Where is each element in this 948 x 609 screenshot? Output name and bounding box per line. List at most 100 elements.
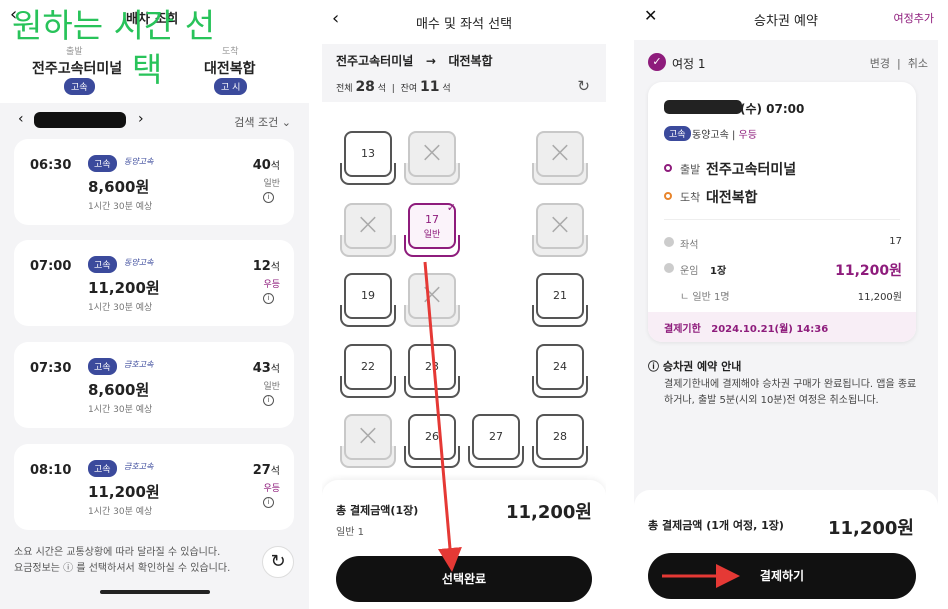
seat-label: 좌석 bbox=[680, 240, 699, 251]
bus-type-badge: 고속 bbox=[88, 155, 117, 172]
bus-type-badge: 고속 bbox=[664, 126, 691, 141]
company-logo: 동양고속 bbox=[124, 157, 154, 166]
select-complete-button[interactable]: 선택완료 bbox=[336, 556, 592, 602]
route-text: 전주고속터미널 → 대전복합 bbox=[336, 54, 493, 68]
fare-price: 11,200원 bbox=[88, 279, 160, 297]
cancel-button[interactable]: 취소 bbox=[908, 57, 928, 70]
check-icon: ✓ bbox=[446, 201, 456, 214]
redacted-date bbox=[34, 112, 126, 128]
info-icon[interactable]: i bbox=[263, 293, 274, 304]
depart-label: 출발 bbox=[680, 163, 701, 176]
check-circle-icon[interactable]: ✓ bbox=[648, 53, 666, 71]
info-icon[interactable]: i bbox=[263, 192, 274, 203]
seat-selection-panel: ‹ 매수 및 좌석 선택 전주고속터미널 → 대전복합 전체 28 석 | 잔여… bbox=[322, 0, 606, 609]
departure-time: 07:30 bbox=[30, 361, 72, 376]
page-title: 승차권 예약 bbox=[754, 14, 818, 29]
seat-class: 우등 bbox=[263, 280, 280, 290]
depart-city: 전주고속터미널 bbox=[706, 162, 797, 178]
total-payment-amount: 11,200원 bbox=[827, 518, 914, 539]
fare-notice: 요금정보는 ⓘ 를 선택하셔서 확인하실 수 있습니다. bbox=[14, 563, 231, 574]
fare-amount: 11,200원 bbox=[835, 263, 902, 279]
remaining-seats: 27석 bbox=[252, 463, 280, 478]
trip-actions: 변경 | 취소 bbox=[869, 57, 928, 70]
notice-title: ⓘ 승차권 예약 안내 bbox=[648, 360, 742, 373]
seat-unavailable: × bbox=[340, 203, 396, 263]
departure-time: 08:10 bbox=[30, 463, 72, 478]
prev-date-icon[interactable]: ‹ bbox=[18, 111, 24, 127]
remaining-seats: 12석 bbox=[252, 259, 280, 274]
annotation-line-2: 택 bbox=[132, 50, 163, 89]
bus-card[interactable]: 06:30 고속 동양고속 8,600원 1시간 30분 예상 40석 일반 i bbox=[14, 139, 294, 225]
total-payment-label: 총 결제금액(1장) bbox=[336, 504, 419, 517]
arrive-label: 도착 bbox=[680, 191, 701, 204]
seat-13[interactable]: 13 bbox=[340, 131, 396, 191]
bus-card[interactable]: 08:10 고속 금호고속 11,200원 1시간 30분 예상 27석 우등 … bbox=[14, 444, 294, 530]
seat-unavailable: × bbox=[340, 414, 396, 474]
reload-icon[interactable]: ↻ bbox=[577, 77, 590, 95]
info-icon[interactable]: i bbox=[263, 395, 274, 406]
departure-time: 06:30 bbox=[30, 158, 72, 173]
remaining-seats: 40석 bbox=[252, 158, 280, 173]
seat-24[interactable]: 24 bbox=[532, 344, 588, 404]
arrive-label: 도착 bbox=[222, 47, 239, 57]
search-condition-button[interactable]: 검색 조건 ⌄ bbox=[234, 114, 291, 130]
arrive-city: 대전복합 bbox=[706, 190, 758, 206]
seat-unavailable: × bbox=[404, 131, 460, 191]
remaining-seats: 43석 bbox=[252, 361, 280, 376]
payment-deadline: 결제기한 2024.10.21(월) 14:36 bbox=[648, 312, 916, 342]
bus-card[interactable]: 07:00 고속 동양고속 11,200원 1시간 30분 예상 12석 우등 … bbox=[14, 240, 294, 326]
duration: 1시간 30분 예상 bbox=[88, 507, 153, 517]
info-icon[interactable]: i bbox=[263, 497, 274, 508]
arrive-type-pill: 고 시 bbox=[214, 78, 248, 95]
seat-27[interactable]: 27 bbox=[468, 414, 524, 474]
company-logo: 금호고속 bbox=[124, 360, 154, 369]
seat-23[interactable]: 23 bbox=[404, 344, 460, 404]
seat-21[interactable]: 21 bbox=[532, 273, 588, 333]
arrive-dot-icon bbox=[664, 192, 672, 200]
seat-28[interactable]: 28 bbox=[532, 414, 588, 474]
next-date-icon[interactable]: › bbox=[138, 111, 144, 127]
bus-card[interactable]: 07:30 고속 금호고속 8,600원 1시간 30분 예상 43석 일반 i bbox=[14, 342, 294, 428]
divider bbox=[664, 219, 900, 220]
departure-datetime: (수) 07:00 bbox=[740, 102, 805, 116]
page-title: 매수 및 좌석 선택 bbox=[415, 17, 513, 32]
bus-type-badge: 고속 bbox=[88, 358, 117, 375]
seat-class: 우등 bbox=[263, 484, 280, 494]
pay-button[interactable]: 결제하기 bbox=[648, 553, 916, 599]
home-indicator bbox=[100, 590, 210, 594]
fare-sub-amount: 11,200원 bbox=[857, 292, 902, 303]
seat-class: 일반 bbox=[263, 179, 280, 189]
seat-22[interactable]: 22 bbox=[340, 344, 396, 404]
seat-19[interactable]: 19 bbox=[340, 273, 396, 333]
bus-schedule-panel: ‹ 배차 조회 출발 도착 전주고속터미널 대전복합 고속 고 시 원하는 시간… bbox=[0, 0, 309, 609]
total-payment-label: 총 결제금액 (1개 여정, 1장) bbox=[648, 519, 784, 532]
fare-sub-label: ㄴ 일반 1명 bbox=[680, 292, 730, 303]
seat-icon bbox=[664, 237, 674, 247]
duration: 1시간 30분 예상 bbox=[88, 202, 153, 212]
reservation-panel: ✕ 승차권 예약 여정추가 ✓ 여정 1 변경 | 취소 (수) 07:00 고… bbox=[634, 0, 938, 609]
ticket-breakdown: 일반 1 bbox=[336, 527, 364, 538]
fare-count: 1장 bbox=[710, 266, 727, 277]
company-class: 동양고속 | 우등 bbox=[692, 130, 757, 141]
seat-unavailable: × bbox=[532, 131, 588, 191]
duration: 1시간 30분 예상 bbox=[88, 303, 153, 313]
refresh-icon[interactable]: ↻ bbox=[262, 546, 294, 578]
departure-time: 07:00 bbox=[30, 259, 72, 274]
company-logo: 동양고속 bbox=[124, 258, 154, 267]
seat-17-selected[interactable]: 17 일반 ✓ bbox=[404, 201, 460, 263]
seat-class: 일반 bbox=[263, 382, 280, 392]
fare-label: 운임 bbox=[680, 266, 699, 277]
seat-26[interactable]: 26 bbox=[404, 414, 460, 474]
notice-body: 결제기한내에 결제해야 승차권 구매가 완료됩니다. 앱을 종료하거나, 출발 … bbox=[664, 379, 917, 406]
change-button[interactable]: 변경 bbox=[870, 57, 890, 70]
trip-label: 여정 1 bbox=[672, 57, 706, 71]
fare-price: 8,600원 bbox=[88, 381, 150, 399]
add-trip-button[interactable]: 여정추가 bbox=[894, 10, 934, 26]
annotation-overlay-text: 원하는 시간 선 택 bbox=[12, 4, 215, 92]
bus-type-badge: 고속 bbox=[88, 460, 117, 477]
company-logo: 금호고속 bbox=[124, 462, 154, 471]
won-icon bbox=[664, 263, 674, 273]
seat-counts: 전체 28 석 | 잔여 11 석 bbox=[336, 79, 451, 95]
redacted-date bbox=[664, 100, 742, 114]
fare-price: 11,200원 bbox=[88, 483, 160, 501]
